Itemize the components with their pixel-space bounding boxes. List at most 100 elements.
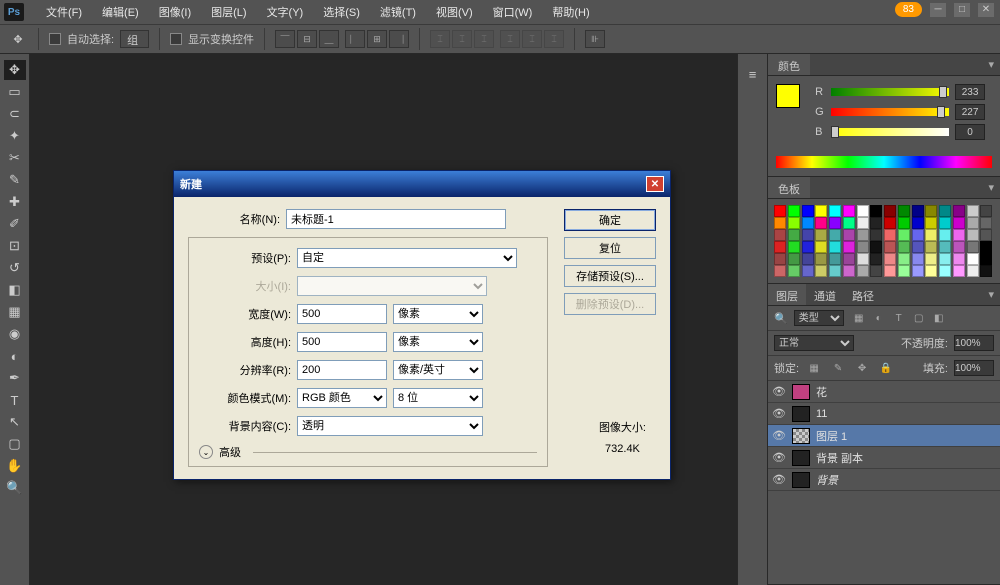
- eraser-tool[interactable]: ◧: [4, 280, 26, 300]
- shape-tool[interactable]: ▢: [4, 434, 26, 454]
- swatch-item[interactable]: [857, 265, 869, 277]
- swatch-item[interactable]: [774, 241, 786, 253]
- swatch-item[interactable]: [953, 241, 965, 253]
- swatch-item[interactable]: [788, 229, 800, 241]
- swatch-item[interactable]: [829, 205, 841, 217]
- width-input[interactable]: [297, 304, 387, 324]
- visibility-icon[interactable]: 👁: [772, 429, 786, 442]
- tab-paths[interactable]: 路径: [844, 284, 882, 305]
- advanced-label[interactable]: 高级: [219, 444, 241, 460]
- swatch-item[interactable]: [788, 253, 800, 265]
- layer-name[interactable]: 11: [816, 408, 827, 420]
- swatch-item[interactable]: [774, 217, 786, 229]
- swatch-item[interactable]: [815, 241, 827, 253]
- swatch-item[interactable]: [884, 253, 896, 265]
- swatch-item[interactable]: [774, 205, 786, 217]
- swatch-item[interactable]: [857, 217, 869, 229]
- eyedropper-tool[interactable]: ✎: [4, 170, 26, 190]
- menu-window[interactable]: 窗口(W): [483, 4, 543, 20]
- hand-tool[interactable]: ✋: [4, 456, 26, 476]
- swatch-item[interactable]: [884, 205, 896, 217]
- swatch-item[interactable]: [980, 253, 992, 265]
- swatch-item[interactable]: [870, 253, 882, 265]
- dialog-titlebar[interactable]: 新建 ✕: [174, 171, 670, 197]
- swatch-item[interactable]: [870, 265, 882, 277]
- brush-tool[interactable]: ✐: [4, 214, 26, 234]
- pen-tool[interactable]: ✒: [4, 368, 26, 388]
- swatch-item[interactable]: [939, 253, 951, 265]
- lasso-tool[interactable]: ⊂: [4, 104, 26, 124]
- width-unit[interactable]: 像素: [393, 304, 483, 324]
- swatch-item[interactable]: [857, 241, 869, 253]
- swatch-item[interactable]: [912, 217, 924, 229]
- blend-mode[interactable]: 正常: [774, 335, 854, 351]
- swatch-item[interactable]: [788, 241, 800, 253]
- swatch-item[interactable]: [898, 265, 910, 277]
- b-slider[interactable]: [831, 128, 949, 136]
- tab-color[interactable]: 颜色: [768, 54, 810, 75]
- layer-name[interactable]: 花: [816, 384, 827, 400]
- swatches-grid[interactable]: [768, 199, 1000, 283]
- swatch-item[interactable]: [980, 217, 992, 229]
- swatch-item[interactable]: [925, 241, 937, 253]
- swatch-item[interactable]: [774, 229, 786, 241]
- show-transform-checkbox[interactable]: [170, 33, 182, 45]
- bg-select[interactable]: 透明: [297, 416, 483, 436]
- swatch-item[interactable]: [925, 253, 937, 265]
- layer-row[interactable]: 👁 11: [768, 403, 1000, 425]
- swatch-item[interactable]: [939, 241, 951, 253]
- color-spectrum[interactable]: [776, 156, 992, 168]
- menu-type[interactable]: 文字(Y): [257, 4, 314, 20]
- f-smart-icon[interactable]: ◧: [930, 310, 948, 326]
- swatch-item[interactable]: [884, 265, 896, 277]
- align-top-icon[interactable]: ⎺: [275, 30, 295, 48]
- menu-layer[interactable]: 图层(L): [201, 4, 256, 20]
- marquee-tool[interactable]: ▭: [4, 82, 26, 102]
- layer-row[interactable]: 👁 背景: [768, 469, 1000, 491]
- swatch-item[interactable]: [912, 253, 924, 265]
- visibility-icon[interactable]: 👁: [772, 473, 786, 486]
- swatch-item[interactable]: [843, 265, 855, 277]
- swatch-item[interactable]: [815, 229, 827, 241]
- swatch-item[interactable]: [802, 217, 814, 229]
- swatch-item[interactable]: [884, 217, 896, 229]
- swatch-item[interactable]: [925, 229, 937, 241]
- visibility-icon[interactable]: 👁: [772, 451, 786, 464]
- dodge-tool[interactable]: ◐: [4, 346, 26, 366]
- zoom-tool[interactable]: 🔍: [4, 478, 26, 498]
- swatch-item[interactable]: [857, 229, 869, 241]
- height-input[interactable]: [297, 332, 387, 352]
- swatch-item[interactable]: [788, 217, 800, 229]
- visibility-icon[interactable]: 👁: [772, 385, 786, 398]
- align-bottom-icon[interactable]: ⎽: [319, 30, 339, 48]
- g-value[interactable]: [955, 104, 985, 120]
- bit-depth-select[interactable]: 8 位: [393, 388, 483, 408]
- menu-view[interactable]: 视图(V): [426, 4, 483, 20]
- swatch-item[interactable]: [898, 253, 910, 265]
- swatch-item[interactable]: [980, 205, 992, 217]
- tab-channels[interactable]: 通道: [806, 284, 844, 305]
- lock-all-icon[interactable]: 🔒: [877, 360, 895, 376]
- swatch-item[interactable]: [802, 253, 814, 265]
- f-img-icon[interactable]: ▦: [850, 310, 868, 326]
- cancel-button[interactable]: 复位: [564, 237, 656, 259]
- swatch-item[interactable]: [925, 265, 937, 277]
- swatch-item[interactable]: [953, 217, 965, 229]
- swatch-item[interactable]: [967, 217, 979, 229]
- opacity-value[interactable]: [954, 335, 994, 351]
- align-hcenter-icon[interactable]: ⊞: [367, 30, 387, 48]
- swatch-item[interactable]: [802, 205, 814, 217]
- heal-tool[interactable]: ✚: [4, 192, 26, 212]
- swatches-menu-icon[interactable]: ▾: [982, 177, 1000, 198]
- swatch-item[interactable]: [843, 241, 855, 253]
- swatch-item[interactable]: [925, 205, 937, 217]
- close-button[interactable]: ✕: [978, 3, 994, 17]
- layer-name[interactable]: 背景: [816, 472, 838, 488]
- swatch-item[interactable]: [953, 253, 965, 265]
- swatch-item[interactable]: [967, 265, 979, 277]
- swatch-item[interactable]: [870, 205, 882, 217]
- swatch-item[interactable]: [980, 265, 992, 277]
- color-mode-select[interactable]: RGB 颜色: [297, 388, 387, 408]
- swatch-item[interactable]: [953, 205, 965, 217]
- swatch-item[interactable]: [912, 205, 924, 217]
